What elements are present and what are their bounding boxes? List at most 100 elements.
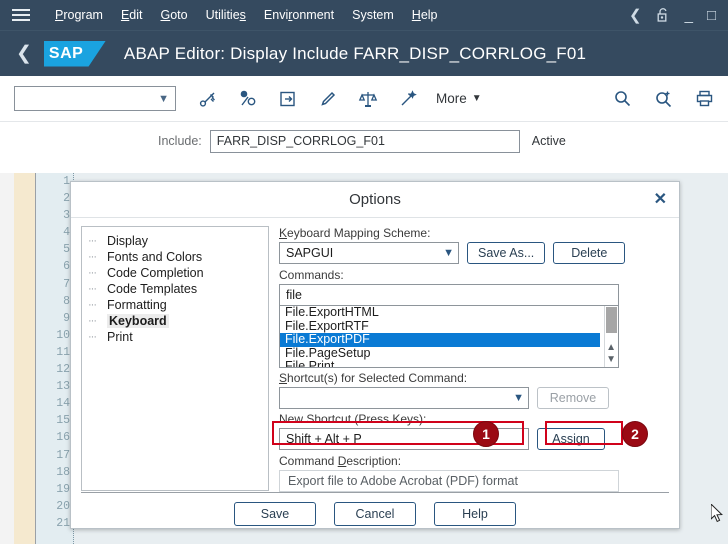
more-menu-button[interactable]: More ▼ — [436, 91, 482, 106]
line-number: 5 — [63, 243, 70, 257]
search-plus-icon[interactable] — [654, 89, 673, 108]
tree-item-label: Code Templates — [107, 282, 198, 296]
commands-label: Commands: — [279, 268, 344, 282]
description-label: Command Description: — [279, 454, 402, 468]
window-controls: ❮ _ □ — [629, 6, 720, 25]
scheme-select[interactable]: SAPGUI ▼ — [279, 242, 459, 264]
chevron-down-icon[interactable]: ▼ — [606, 354, 616, 365]
command-field[interactable]: ▼ — [14, 86, 176, 111]
check-syntax-icon[interactable] — [198, 89, 218, 109]
keyboard-settings-panel: Keyboard Mapping Scheme: SAPGUI ▼ Save A… — [279, 226, 669, 492]
print-icon[interactable] — [695, 89, 714, 108]
delete-button[interactable]: Delete — [553, 242, 626, 264]
tree-item-code-templates[interactable]: ··· Code Templates — [86, 281, 264, 297]
editor-left-margin — [0, 173, 14, 544]
save-button[interactable]: Save — [234, 502, 316, 526]
command-list-item[interactable]: File.ExportRTF — [280, 319, 618, 334]
back-chevron-icon[interactable]: ❮ — [10, 42, 44, 65]
help-label: Help — [462, 507, 488, 521]
line-number: 6 — [63, 260, 70, 274]
menu-item-help[interactable]: Help — [403, 0, 447, 30]
tree-item-fonts-and-colors[interactable]: ··· Fonts and Colors — [86, 249, 264, 265]
description-value: Export file to Adobe Acrobat (PDF) forma… — [279, 470, 619, 492]
shortcuts-select[interactable]: ▼ — [279, 387, 529, 409]
commands-filter-input[interactable]: file — [279, 284, 619, 306]
breakpoint-gutter[interactable] — [14, 173, 36, 544]
line-number: 1 — [63, 175, 70, 188]
command-list-item[interactable]: File.PageSetup — [280, 346, 618, 361]
command-list-item[interactable]: File.Print — [280, 359, 618, 367]
tree-item-formatting[interactable]: ··· Formatting — [86, 297, 264, 313]
tree-connector-icon: ··· — [88, 267, 97, 279]
tree-connector-icon: ··· — [88, 235, 97, 247]
line-number: 14 — [56, 397, 70, 411]
tree-item-label: Fonts and Colors — [107, 250, 203, 264]
new-shortcut-label: New Shortcut (Press Keys): — [279, 412, 427, 426]
dialog-title: Options — [349, 191, 401, 208]
delete-label: Delete — [571, 246, 608, 260]
line-number-column: 1 2 3 4 5 6 7 8 9 10 11 12 13 14 15 16 17 18 19 20 21 — [36, 173, 74, 544]
tree-item-label: Formatting — [107, 298, 167, 312]
tree-connector-icon: ··· — [88, 251, 97, 263]
annotation-badge-1: 1 — [473, 421, 499, 447]
restore-icon[interactable]: □ — [707, 7, 716, 24]
tree-item-print[interactable]: ··· Print — [86, 329, 264, 345]
line-number: 10 — [56, 328, 70, 342]
mouse-cursor — [711, 504, 723, 523]
menu-item-program[interactable]: Program — [46, 0, 112, 30]
help-button[interactable]: Help — [434, 502, 516, 526]
remove-button[interactable]: Remove — [537, 387, 609, 409]
menu-item-goto[interactable]: Goto — [151, 0, 196, 30]
more-label: More — [436, 91, 467, 106]
commands-scrollbar[interactable]: ▲ ▼ — [604, 306, 618, 367]
scrollbar-thumb[interactable] — [606, 307, 617, 333]
edit-pencil-icon[interactable] — [318, 89, 338, 109]
menu-item-edit[interactable]: Edit — [112, 0, 152, 30]
navigate-icon[interactable] — [278, 89, 298, 109]
menu-item-system[interactable]: System — [343, 0, 403, 30]
command-list-item[interactable]: File.ExportPDF — [280, 332, 600, 347]
chevron-down-icon: ▼ — [158, 92, 169, 105]
tree-item-label: Keyboard — [107, 314, 169, 328]
include-input[interactable]: FARR_DISP_CORRLOG_F01 — [209, 129, 520, 153]
close-icon[interactable]: ✕ — [654, 191, 667, 208]
line-number: 8 — [63, 294, 70, 308]
search-icon[interactable] — [613, 89, 632, 108]
lock-open-icon[interactable] — [656, 7, 671, 23]
scheme-value: SAPGUI — [286, 246, 334, 260]
line-number: 21 — [56, 516, 70, 530]
sap-logo[interactable]: SAP — [43, 40, 106, 67]
menu-item-environment[interactable]: Environment — [255, 0, 343, 30]
menu-icon[interactable] — [8, 6, 34, 24]
pretty-printer-icon[interactable] — [398, 89, 418, 109]
activate-icon[interactable] — [238, 89, 258, 109]
options-category-tree[interactable]: ··· Display ··· Fonts and Colors ··· Code Com… — [81, 226, 269, 491]
include-status: Active — [531, 134, 566, 148]
chevron-left-icon[interactable]: ❮ — [629, 6, 642, 24]
cancel-label: Cancel — [355, 507, 395, 521]
save-as-button[interactable]: Save As... — [467, 242, 546, 264]
sap-logo-text: SAP — [48, 44, 84, 62]
line-number: 19 — [56, 482, 70, 496]
save-label: Save — [260, 507, 290, 521]
minimize-icon[interactable]: _ — [685, 7, 693, 24]
line-number: 18 — [56, 465, 70, 479]
shortcuts-label: Shortcut(s) for Selected Command: — [279, 371, 468, 385]
chevron-up-icon[interactable]: ▲ — [606, 342, 616, 353]
line-number: 7 — [63, 277, 70, 291]
assign-button[interactable]: Assign — [537, 428, 605, 450]
cancel-button[interactable]: Cancel — [334, 502, 416, 526]
menu-item-utilities[interactable]: Utilities — [197, 0, 255, 30]
chevron-down-icon: ▼ — [471, 93, 482, 104]
tree-item-keyboard[interactable]: ··· Keyboard — [86, 313, 264, 329]
line-number: 13 — [56, 380, 70, 394]
dialog-footer: Save Cancel Help — [81, 492, 669, 536]
commands-list[interactable]: ▲ ▼ File.ExportHTML File.ExportRTF File.Ex… — [279, 306, 619, 368]
compare-icon[interactable] — [358, 89, 378, 109]
command-list-item[interactable]: File.ExportHTML — [280, 306, 618, 320]
tree-item-display[interactable]: ··· Display — [86, 233, 264, 249]
line-number: 9 — [63, 311, 70, 325]
line-number: 11 — [56, 345, 70, 359]
scheme-label: Keyboard Mapping Scheme: — [279, 226, 431, 240]
tree-item-code-completion[interactable]: ··· Code Completion — [86, 265, 264, 281]
